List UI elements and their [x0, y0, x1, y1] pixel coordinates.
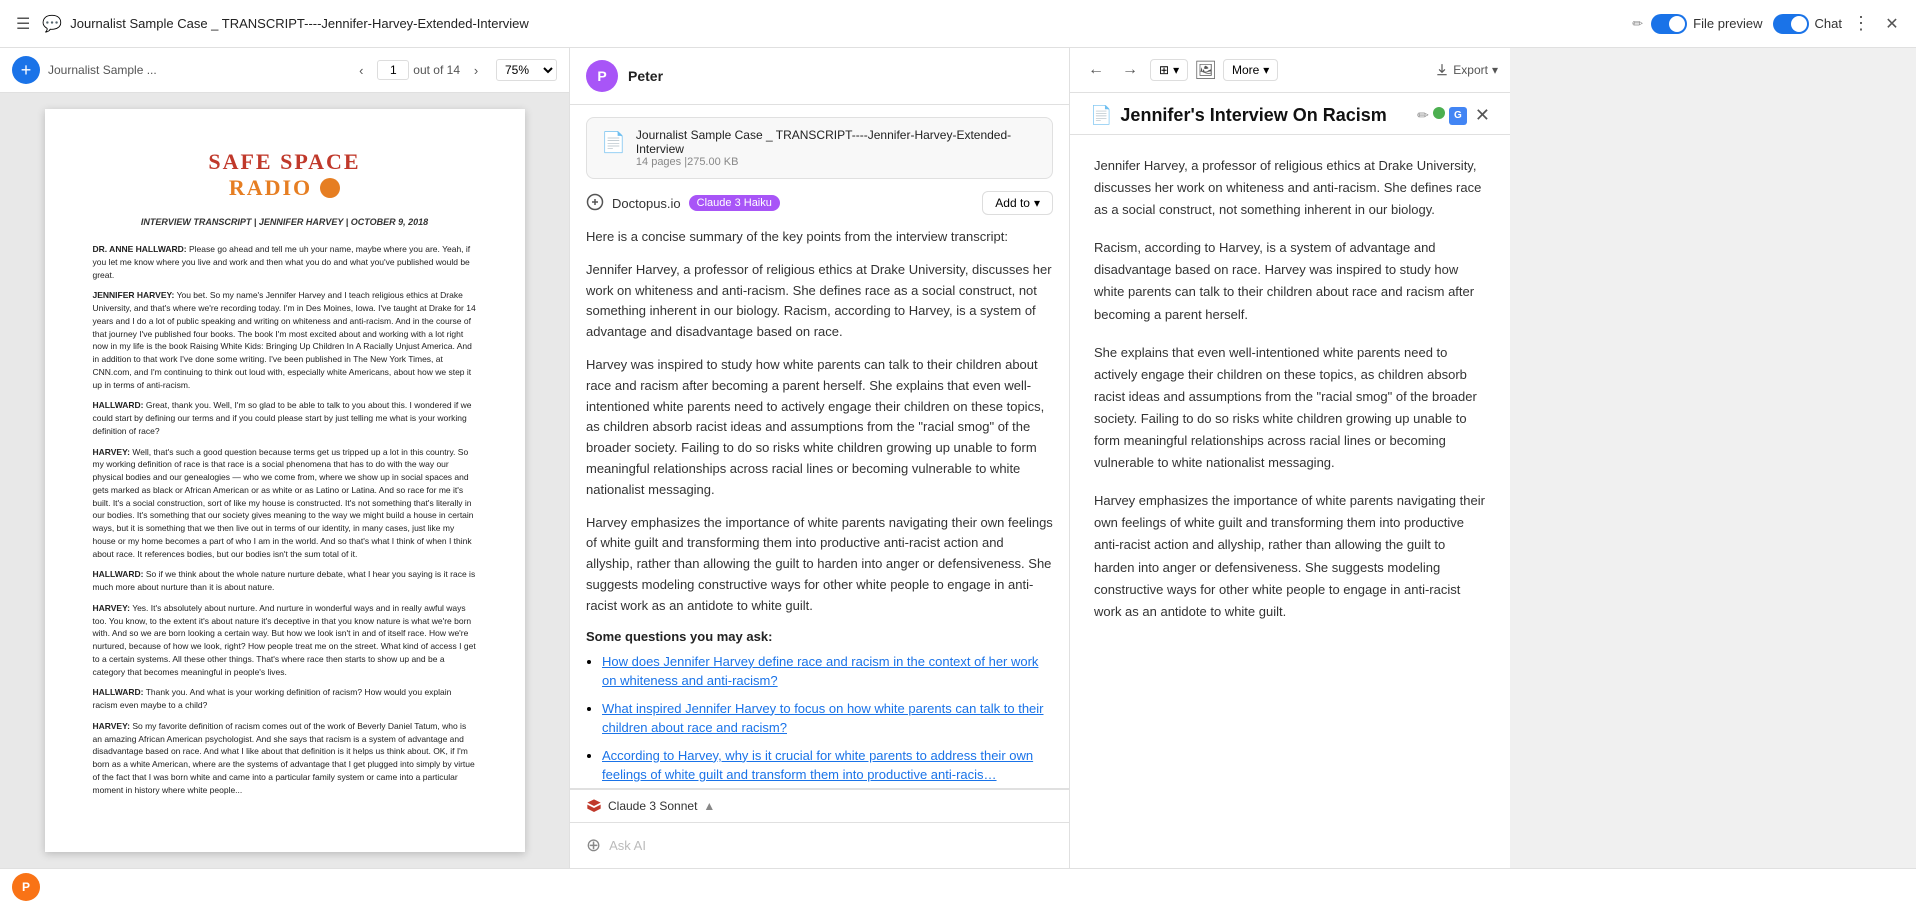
chat-avatar: P: [586, 60, 618, 92]
topbar-right: File preview Chat ⋮ ✕: [1651, 12, 1904, 36]
chat-expand-btn[interactable]: ⊕: [586, 835, 601, 856]
doc-title-bar: 📄 Jennifer's Interview On Racism ✏ G ✕: [1070, 93, 1510, 135]
chat-question-link[interactable]: How does Jennifer Harvey define race and…: [602, 654, 1038, 689]
logo-line2: RADIO: [93, 175, 477, 201]
doc-green-dot: [1433, 107, 1445, 119]
chat-file-name: Journalist Sample Case _ TRANSCRIPT----J…: [636, 128, 1038, 156]
chat-summary: Here is a concise summary of the key poi…: [586, 227, 1053, 617]
toggle-knob-chat: [1791, 16, 1807, 32]
pdf-toolbar: + Journalist Sample ... ‹ out of 14 › 75…: [0, 48, 569, 93]
pdf-prev-btn[interactable]: ‹: [349, 58, 373, 82]
pdf-nav: ‹ out of 14 ›: [349, 58, 488, 82]
pdf-breadcrumb: Journalist Sample ...: [48, 63, 341, 77]
chat-footer: Claude 3 Sonnet ▲ ⊕ Ask AI: [570, 788, 1069, 868]
main-layout: + Journalist Sample ... ‹ out of 14 › 75…: [0, 48, 1916, 868]
chat-input-area: ⊕ Ask AI: [570, 822, 1069, 868]
file-preview-label: File preview: [1693, 16, 1762, 31]
doc-forward-btn[interactable]: →: [1116, 56, 1144, 84]
topbar: ☰ 💬 Journalist Sample Case _ TRANSCRIPT-…: [0, 0, 1916, 48]
title-edit-icon[interactable]: ✏: [1632, 16, 1643, 32]
pdf-zoom-select[interactable]: 75% 100% 125%: [496, 59, 557, 81]
toggle-knob: [1669, 16, 1685, 32]
chat-footer-chevron[interactable]: ▲: [703, 799, 715, 813]
chat-input-placeholder[interactable]: Ask AI: [609, 838, 1053, 853]
file-icon: 💬: [42, 14, 62, 34]
chat-label: Chat: [1815, 16, 1842, 31]
file-preview-toggle[interactable]: [1651, 14, 1687, 34]
doc-panel: ← → ⊞ ▾ 🖼 More ▾ Export ▾ 📄 Jennifer's I…: [1070, 48, 1510, 868]
doc-g-icon: G: [1449, 107, 1467, 125]
chat-user-name: Peter: [628, 68, 663, 84]
chat-questions-list: How does Jennifer Harvey define race and…: [586, 652, 1053, 785]
chat-questions: Some questions you may ask: How does Jen…: [586, 629, 1053, 785]
pdf-body: DR. ANNE HALLWARD: Please go ahead and t…: [93, 243, 477, 796]
chat-tool-name: Doctopus.io: [612, 196, 681, 211]
add-to-button[interactable]: Add to ▾: [982, 191, 1053, 215]
chat-footer-ai: Claude 3 Sonnet ▲: [570, 789, 1069, 822]
doc-img-btn[interactable]: 🖼: [1194, 60, 1217, 81]
chat-file-meta: 14 pages |275.00 KB: [636, 156, 1038, 168]
doc-content: Jennifer Harvey, a professor of religiou…: [1070, 135, 1510, 868]
add-button[interactable]: +: [12, 56, 40, 84]
doc-export-btn[interactable]: Export ▾: [1435, 63, 1498, 77]
chat-file-details: Journalist Sample Case _ TRANSCRIPT----J…: [636, 128, 1038, 168]
chat-question-link[interactable]: According to Harvey, why is it crucial f…: [602, 748, 1033, 783]
doc-edit-icon[interactable]: ✏: [1417, 107, 1429, 125]
chat-tools: Doctopus.io Claude 3 Haiku Add to ▾: [570, 191, 1069, 227]
logo-line1: SAFE SPACE: [93, 149, 477, 175]
close-icon[interactable]: ✕: [1880, 12, 1904, 36]
doc-more-btn[interactable]: More ▾: [1223, 59, 1278, 81]
chat-toggle[interactable]: [1773, 14, 1809, 34]
doc-title-icons: ✏ G: [1417, 107, 1467, 125]
pdf-page-total: out of 14: [413, 63, 460, 77]
doc-close-btn[interactable]: ✕: [1475, 105, 1490, 126]
doc-view-btn[interactable]: ⊞ ▾: [1150, 59, 1188, 81]
bottom-bar: P: [0, 868, 1916, 904]
bottom-avatar[interactable]: P: [12, 873, 40, 901]
doc-topbar: ← → ⊞ ▾ 🖼 More ▾ Export ▾: [1070, 48, 1510, 93]
chat-file-icon: 📄: [601, 130, 626, 155]
chat-file-info: 📄 Journalist Sample Case _ TRANSCRIPT---…: [586, 117, 1053, 179]
pdf-content: SAFE SPACE RADIO INTERVIEW TRANSCRIPT | …: [0, 93, 569, 868]
pdf-panel: + Journalist Sample ... ‹ out of 14 › 75…: [0, 48, 570, 868]
chat-footer-model: Claude 3 Sonnet: [608, 799, 697, 813]
file-preview-toggle-group: File preview: [1651, 14, 1762, 34]
chat-tool-badge: Claude 3 Haiku: [689, 195, 780, 211]
pdf-next-btn[interactable]: ›: [464, 58, 488, 82]
chat-question-link[interactable]: What inspired Jennifer Harvey to focus o…: [602, 701, 1044, 736]
doc-back-btn[interactable]: ←: [1082, 56, 1110, 84]
pdf-page: SAFE SPACE RADIO INTERVIEW TRANSCRIPT | …: [45, 109, 525, 852]
pdf-header: INTERVIEW TRANSCRIPT | JENNIFER HARVEY |…: [93, 217, 477, 227]
logo: SAFE SPACE RADIO: [93, 149, 477, 201]
chat-toggle-group: Chat: [1773, 14, 1842, 34]
chat-header: P Peter: [570, 48, 1069, 105]
chat-questions-heading: Some questions you may ask:: [586, 629, 1053, 644]
chat-panel: P Peter 📄 Journalist Sample Case _ TRANS…: [570, 48, 1070, 868]
pdf-page-input[interactable]: [377, 60, 409, 80]
menu-icon[interactable]: ☰: [12, 10, 34, 38]
chat-tool-logo: [586, 193, 604, 214]
doc-file-icon: 📄: [1090, 105, 1112, 126]
more-icon[interactable]: ⋮: [1852, 13, 1870, 34]
document-title: Journalist Sample Case _ TRANSCRIPT----J…: [70, 16, 1624, 31]
doc-title: Jennifer's Interview On Racism: [1120, 105, 1409, 126]
chat-messages: Here is a concise summary of the key poi…: [570, 227, 1069, 788]
